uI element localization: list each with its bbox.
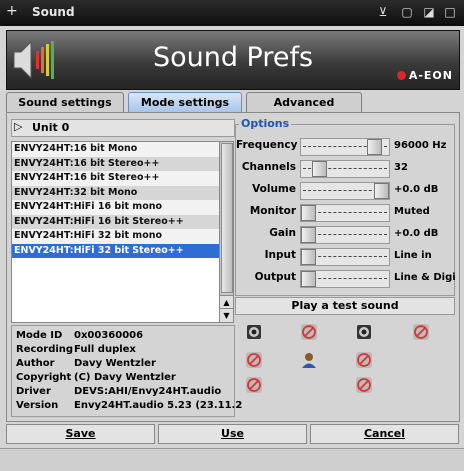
option-value: Line in xyxy=(394,250,432,261)
banner-title: Sound Prefs xyxy=(152,42,314,73)
option-value: Muted xyxy=(394,206,430,217)
muted-speaker-icon[interactable] xyxy=(355,376,373,394)
option-value: +0.0 dB xyxy=(394,228,439,239)
option-slider[interactable] xyxy=(300,248,390,266)
plus-icon[interactable]: + xyxy=(6,3,18,19)
slider-knob[interactable] xyxy=(366,139,382,155)
slider-knob[interactable] xyxy=(374,183,389,199)
info-value: 0x00360006 xyxy=(74,330,144,341)
option-slider[interactable] xyxy=(300,226,390,244)
scrollbar-thumb[interactable] xyxy=(221,143,233,293)
option-label: Input xyxy=(264,249,296,261)
option-slider[interactable] xyxy=(300,182,390,200)
scroll-up-icon[interactable]: ▲ xyxy=(220,295,233,309)
unit-selector-button[interactable]: ▷ Unit 0 xyxy=(11,119,235,137)
unit-label: Unit 0 xyxy=(32,121,70,134)
speaker-icon[interactable] xyxy=(355,323,373,341)
info-key: Mode ID xyxy=(16,330,63,341)
info-value: Envy24HT.audio 5.23 (23.11.2 xyxy=(74,400,243,411)
info-value: DEVS:AHI/Envy24HT.audio xyxy=(74,386,222,397)
option-slider[interactable] xyxy=(300,204,390,222)
person-icon[interactable] xyxy=(300,351,318,369)
slider-knob[interactable] xyxy=(301,205,316,221)
play-triangle-icon: ▷ xyxy=(14,120,23,133)
option-label: Frequency xyxy=(236,139,298,151)
info-row: Copyright (C) Davy Wentzler xyxy=(16,372,176,383)
slider-knob[interactable] xyxy=(301,271,316,287)
slider-knob[interactable] xyxy=(301,249,316,265)
header-banner: Sound Prefs A-EON xyxy=(6,30,460,90)
mode-list-item[interactable]: ENVY24HT:HiFi 32 bit Stereo++ xyxy=(12,243,219,258)
window-title: Sound xyxy=(32,5,75,19)
info-row: RecordingFull duplex xyxy=(16,344,136,355)
option-slider[interactable] xyxy=(300,138,390,156)
play-test-sound-button[interactable]: Play a test sound xyxy=(235,297,455,315)
option-label: Volume xyxy=(252,183,296,195)
info-value: Full duplex xyxy=(74,344,136,355)
option-label: Gain xyxy=(269,227,296,239)
close-icon[interactable]: □ xyxy=(443,5,457,19)
sound-prefs-window: + Sound ⊻ ▢ ◪ □ Sound Prefs A-EON Sound … xyxy=(0,0,464,471)
speaker-icon[interactable] xyxy=(245,323,263,341)
mode-list-item[interactable]: ENVY24HT:32 bit Mono xyxy=(12,185,219,200)
info-key: Version xyxy=(16,400,59,411)
brand-logo: A-EON xyxy=(396,69,453,82)
option-value: 32 xyxy=(394,162,408,173)
muted-speaker-icon[interactable] xyxy=(300,323,318,341)
mode-list-item[interactable]: ENVY24HT:16 bit Mono xyxy=(12,142,219,157)
option-label: Channels xyxy=(241,161,296,173)
info-key: Recording xyxy=(16,344,74,355)
options-title: Options xyxy=(239,117,292,130)
maximize-icon[interactable]: ◪ xyxy=(422,5,436,19)
options-group: Frequency 96000 Hz Channels 32 Volume +0.0 dB… xyxy=(235,124,456,296)
option-value: 96000 Hz xyxy=(394,140,447,151)
tab-mode-settings[interactable]: Mode settings xyxy=(128,92,242,112)
title-bar[interactable]: + Sound ⊻ ▢ ◪ □ xyxy=(0,0,464,26)
muted-speaker-icon[interactable] xyxy=(245,351,263,369)
tab-advanced-settings[interactable]: Advanced settings xyxy=(246,92,362,128)
slider-knob[interactable] xyxy=(301,227,316,243)
mode-info-box: Mode ID 0x00360006 RecordingFull duplex Aut… xyxy=(11,325,242,417)
pin-icon[interactable]: ⊻ xyxy=(376,5,390,19)
use-button[interactable]: Use xyxy=(158,424,307,444)
mode-list-scrollbar[interactable]: ▲ ▼ xyxy=(219,141,234,323)
option-label: Output xyxy=(254,271,296,283)
mode-list-item[interactable]: ENVY24HT:16 bit Stereo++ xyxy=(12,156,219,171)
info-value: (C) Davy Wentzler xyxy=(74,372,176,383)
info-key: Copyright xyxy=(16,372,72,383)
info-row: Mode ID 0x00360006 xyxy=(16,330,143,341)
option-label: Monitor xyxy=(249,205,296,217)
mode-list-item[interactable]: ENVY24HT:HiFi 32 bit mono xyxy=(12,229,219,244)
scroll-down-icon[interactable]: ▼ xyxy=(220,308,233,322)
option-slider[interactable] xyxy=(300,270,390,288)
save-button[interactable]: Save xyxy=(6,424,155,444)
mode-list[interactable]: ENVY24HT:16 bit Mono ENVY24HT:16 bit Ster… xyxy=(11,141,220,323)
info-row: Author Davy Wentzler xyxy=(16,358,156,369)
option-slider[interactable] xyxy=(300,160,390,178)
tab-sound-settings[interactable]: Sound settings xyxy=(6,92,124,112)
minimize-icon[interactable]: ▢ xyxy=(400,5,414,19)
option-value: +0.0 dB xyxy=(394,184,439,195)
info-row: Version Envy24HT.audio 5.23 (23.11.2 xyxy=(16,400,242,411)
cancel-button[interactable]: Cancel xyxy=(310,424,459,444)
slider-knob[interactable] xyxy=(311,161,327,177)
info-row: Driver DEVS:AHI/Envy24HT.audio xyxy=(16,386,221,397)
bottom-button-bar: Save Use Cancel xyxy=(6,424,459,444)
muted-speaker-icon[interactable] xyxy=(355,351,373,369)
option-value: Line & Digi xyxy=(394,272,456,283)
mode-settings-panel: ▷ Unit 0 ENVY24HT:16 bit Mono ENVY24HT:16… xyxy=(6,112,460,422)
info-key: Driver xyxy=(16,386,51,397)
muted-speaker-icon[interactable] xyxy=(412,323,430,341)
info-key: Author xyxy=(16,358,55,369)
status-bar xyxy=(0,448,464,471)
mode-list-item[interactable]: ENVY24HT:HiFi 16 bit Stereo++ xyxy=(12,214,219,229)
info-value: Davy Wentzler xyxy=(74,358,156,369)
mode-list-item[interactable]: ENVY24HT:HiFi 16 bit mono xyxy=(12,200,219,215)
muted-speaker-icon[interactable] xyxy=(245,376,263,394)
mode-list-item[interactable]: ENVY24HT:16 bit Stereo++ xyxy=(12,171,219,186)
